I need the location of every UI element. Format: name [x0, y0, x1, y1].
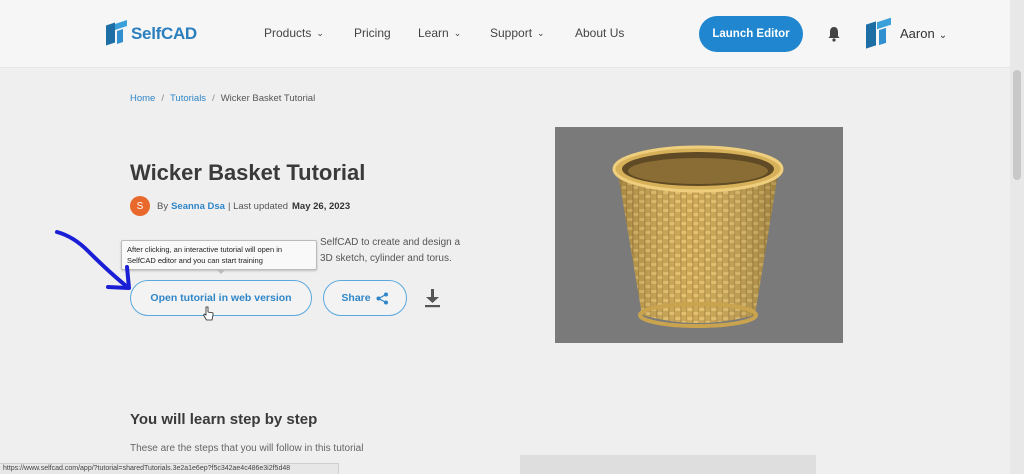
breadcrumb-home[interactable]: Home [130, 93, 155, 104]
nav-about-us[interactable]: About Us [575, 26, 624, 40]
chevron-down-icon: ⌄ [938, 30, 948, 41]
tutorial-preview-image [555, 127, 843, 343]
user-name: Aaron [900, 26, 935, 41]
nav-products[interactable]: Products ⌄ [264, 26, 324, 40]
section-description: These are the steps that you will follow… [130, 443, 364, 454]
share-button[interactable]: Share [323, 280, 407, 316]
share-label: Share [341, 292, 371, 304]
selfcad-logo[interactable]: SelfCAD [106, 20, 197, 46]
nav-label: Pricing [354, 26, 391, 40]
page-title: Wicker Basket Tutorial [130, 160, 366, 185]
nav-label: Learn [418, 26, 449, 40]
nav-support[interactable]: Support ⌄ [490, 26, 545, 40]
download-icon[interactable] [424, 288, 441, 308]
nav-learn[interactable]: Learn ⌄ [418, 26, 461, 40]
nav-pricing[interactable]: Pricing [354, 26, 391, 40]
user-menu[interactable]: Aaron ⌄ [900, 26, 947, 41]
annotation-arrow-icon [55, 230, 131, 290]
author-link[interactable]: Seanna Dsa [171, 201, 225, 212]
breadcrumb-tutorials[interactable]: Tutorials [170, 93, 206, 104]
chevron-down-icon: ⌄ [316, 27, 324, 38]
breadcrumb: Home / Tutorials / Wicker Basket Tutoria… [130, 93, 315, 104]
tooltip: After clicking, an interactive tutorial … [121, 240, 317, 270]
nav-label: Products [264, 26, 312, 40]
status-bar-url: https://www.selfcad.com/app/?tutorial=sh… [0, 463, 339, 474]
byline: S By Seanna Dsa | Last updated May 26, 2… [130, 196, 350, 216]
site-header: SelfCAD Products ⌄ Pricing Learn ⌄ Suppo… [0, 0, 1010, 68]
launch-editor-button[interactable]: Launch Editor [699, 16, 803, 52]
scrollbar-thumb[interactable] [1013, 70, 1021, 180]
breadcrumb-separator: / [161, 93, 164, 104]
breadcrumb-current: Wicker Basket Tutorial [220, 93, 316, 104]
user-avatar[interactable] [866, 17, 892, 49]
share-icon [376, 292, 388, 304]
steps-card [520, 455, 816, 474]
chevron-down-icon: ⌄ [537, 27, 545, 38]
page-scrollbar[interactable] [1010, 0, 1024, 474]
by-label: By [157, 200, 169, 212]
updated-label: | Last updated [227, 200, 289, 212]
section-title: You will learn step by step [130, 411, 318, 428]
chevron-down-icon: ⌄ [453, 27, 462, 38]
tooltip-arrow [216, 269, 226, 274]
author-avatar: S [130, 196, 150, 216]
nav-label: About Us [575, 26, 625, 40]
breadcrumb-separator: / [212, 93, 215, 104]
nav-label: Support [490, 26, 533, 40]
bell-icon[interactable] [827, 26, 841, 42]
cursor-icon [202, 306, 214, 321]
updated-date: May 26, 2023 [292, 200, 351, 212]
logo-text: SelfCAD [131, 24, 197, 43]
open-tutorial-button[interactable]: Open tutorial in web version [130, 280, 312, 316]
selfcad-logo-icon [106, 20, 128, 46]
